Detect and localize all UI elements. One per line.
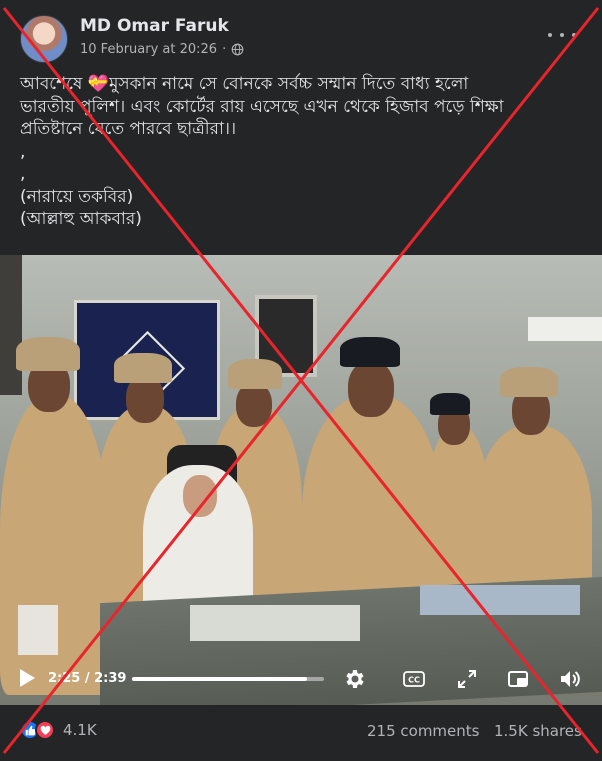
desk-papers bbox=[190, 605, 360, 641]
post-text: আবশেষে 💝মুসকান নামে সে বোনকে সর্বচ্চ সম্… bbox=[20, 73, 585, 231]
video-player[interactable] bbox=[0, 255, 602, 705]
meta-separator: · bbox=[222, 42, 227, 57]
student-face bbox=[183, 475, 217, 517]
picture-in-picture-icon[interactable] bbox=[506, 667, 530, 691]
post-text-line: (নারায়ে তকবির) bbox=[20, 186, 134, 207]
facebook-post: MD Omar Faruk 10 February at 20:26 · আবশ… bbox=[0, 0, 602, 761]
post-footer: 4.1K 215 comments 1.5K shares bbox=[0, 712, 602, 752]
officer-cap bbox=[114, 353, 172, 383]
post-text-line: ভারতীয় পুলিশ। এবং কোর্টের রায় এসেছে এখ… bbox=[20, 96, 504, 117]
officer-head bbox=[348, 361, 394, 417]
more-options-icon[interactable] bbox=[548, 27, 576, 43]
closed-captions-icon[interactable]: CC bbox=[402, 667, 426, 691]
author-name[interactable]: MD Omar Faruk bbox=[80, 16, 229, 36]
post-meta: 10 February at 20:26 · bbox=[80, 42, 244, 57]
post-text-line: (আল্লাহু আকবার) bbox=[20, 209, 142, 229]
officer-head bbox=[236, 383, 272, 427]
post-header: MD Omar Faruk 10 February at 20:26 · bbox=[0, 0, 602, 66]
post-text-line: প্রতিষ্টানে যেতে পারবে ছাত্রীরা।। bbox=[20, 119, 237, 139]
volume-icon[interactable] bbox=[558, 667, 582, 691]
wall-frame bbox=[0, 255, 22, 395]
post-text-line: , bbox=[20, 164, 26, 184]
post-text-line: , bbox=[20, 141, 26, 162]
video-time: 2:25 / 2:39 bbox=[48, 671, 127, 686]
reactions-summary[interactable]: 4.1K bbox=[20, 720, 97, 740]
video-progress-bar[interactable] bbox=[132, 677, 324, 681]
love-icon bbox=[35, 720, 55, 740]
desk-penstand bbox=[18, 605, 58, 655]
comments-count[interactable]: 215 comments bbox=[367, 722, 479, 740]
desk-files bbox=[420, 585, 580, 615]
svg-text:CC: CC bbox=[408, 676, 420, 685]
video-progress-fill bbox=[132, 677, 308, 681]
officer-cap bbox=[500, 367, 558, 397]
video-controls: 2:25 / 2:39 CC bbox=[0, 663, 602, 695]
post-date[interactable]: 10 February at 20:26 bbox=[80, 42, 217, 57]
globe-icon[interactable] bbox=[231, 43, 244, 56]
shares-count[interactable]: 1.5K shares bbox=[494, 722, 582, 740]
air-conditioner bbox=[528, 317, 602, 341]
play-icon[interactable] bbox=[18, 668, 36, 688]
officer-beret bbox=[340, 337, 400, 367]
fullscreen-icon[interactable] bbox=[455, 667, 479, 691]
officer-cap bbox=[228, 359, 282, 389]
gear-icon[interactable] bbox=[343, 667, 367, 691]
author-avatar[interactable] bbox=[20, 15, 68, 63]
post-text-line: আবশেষে 💝মুসকান নামে সে বোনকে সর্বচ্চ সম্… bbox=[20, 74, 469, 94]
officer-cap bbox=[16, 337, 80, 371]
reaction-count: 4.1K bbox=[63, 721, 97, 739]
officer-beret bbox=[430, 393, 470, 415]
